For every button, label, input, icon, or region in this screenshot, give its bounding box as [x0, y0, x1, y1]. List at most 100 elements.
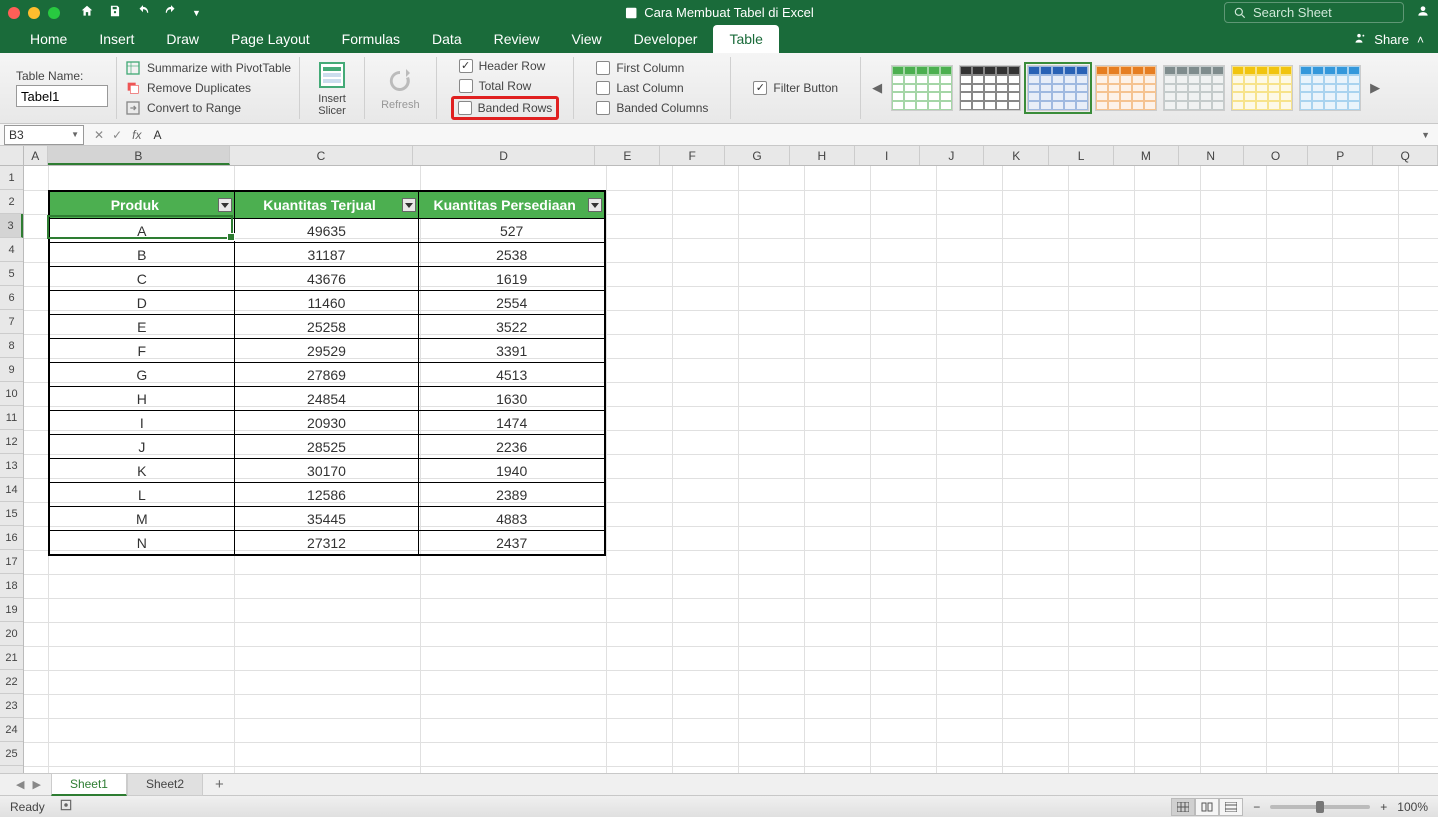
row-header[interactable]: 21 — [0, 646, 23, 670]
row-header[interactable]: 11 — [0, 406, 23, 430]
row-headers[interactable]: 1234567891011121314151617181920212223242… — [0, 166, 24, 773]
insert-slicer-button[interactable]: Insert Slicer — [308, 57, 356, 119]
row-header[interactable]: 2 — [0, 190, 23, 214]
table-cell[interactable]: 20930 — [235, 411, 420, 434]
row-header[interactable]: 13 — [0, 454, 23, 478]
tab-review[interactable]: Review — [478, 25, 556, 53]
zoom-out-icon[interactable]: − — [1253, 800, 1260, 814]
table-cell[interactable]: A — [50, 219, 235, 242]
table-row[interactable]: C436761619 — [50, 266, 604, 290]
table-cell[interactable]: G — [50, 363, 235, 386]
table-row[interactable]: M354454883 — [50, 506, 604, 530]
tab-developer[interactable]: Developer — [618, 25, 714, 53]
row-header[interactable]: 19 — [0, 598, 23, 622]
column-header[interactable]: B — [48, 146, 231, 165]
banded-columns-checkbox[interactable]: Banded Columns — [592, 100, 712, 116]
column-header[interactable]: E — [595, 146, 660, 165]
undo-icon[interactable] — [136, 4, 150, 21]
data-table[interactable]: ProdukKuantitas TerjualKuantitas Persedi… — [48, 190, 606, 556]
summarize-pivottable-button[interactable]: Summarize with PivotTable — [125, 59, 291, 77]
fx-icon[interactable]: fx — [132, 128, 141, 142]
remove-duplicates-button[interactable]: Remove Duplicates — [125, 79, 291, 97]
table-style-swatch[interactable] — [1163, 65, 1225, 111]
filter-button-checkbox[interactable]: Filter Button — [749, 80, 842, 96]
table-cell[interactable]: K — [50, 459, 235, 482]
styles-prev-icon[interactable]: ◀ — [869, 65, 885, 111]
table-cell[interactable]: 27869 — [235, 363, 420, 386]
sheet-tab[interactable]: Sheet2 — [127, 773, 203, 796]
page-layout-view-icon[interactable] — [1195, 798, 1219, 816]
row-header[interactable]: 5 — [0, 262, 23, 286]
table-style-swatch[interactable] — [1027, 65, 1089, 111]
row-header[interactable]: 20 — [0, 622, 23, 646]
row-header[interactable]: 9 — [0, 358, 23, 382]
column-header[interactable]: H — [790, 146, 855, 165]
maximize-window-icon[interactable] — [48, 7, 60, 19]
column-header[interactable]: C — [230, 146, 413, 165]
column-header[interactable]: F — [660, 146, 725, 165]
refresh-button[interactable]: Refresh — [373, 63, 428, 113]
sheet-nav-prev-icon[interactable]: ◀ — [16, 778, 24, 791]
tab-view[interactable]: View — [556, 25, 618, 53]
share-icon[interactable] — [1352, 31, 1366, 48]
formula-input[interactable]: A — [149, 128, 1413, 142]
table-style-swatch[interactable] — [891, 65, 953, 111]
qat-dropdown-icon[interactable]: ▼ — [192, 8, 201, 18]
table-row[interactable]: I209301474 — [50, 410, 604, 434]
home-icon[interactable] — [80, 4, 94, 21]
table-cell[interactable]: 35445 — [235, 507, 420, 530]
table-cell[interactable]: I — [50, 411, 235, 434]
page-break-view-icon[interactable] — [1219, 798, 1243, 816]
spreadsheet-grid[interactable]: ABCDEFGHIJKLMNOPQ 1234567891011121314151… — [0, 146, 1438, 773]
row-header[interactable]: 7 — [0, 310, 23, 334]
row-header[interactable]: 25 — [0, 742, 23, 766]
first-column-checkbox[interactable]: First Column — [592, 60, 712, 76]
sheet-nav-next-icon[interactable]: ▶ — [32, 778, 40, 791]
table-cell[interactable]: 28525 — [235, 435, 420, 458]
table-cell[interactable]: 29529 — [235, 339, 420, 362]
macro-record-icon[interactable] — [59, 798, 73, 815]
table-style-swatch[interactable] — [1299, 65, 1361, 111]
column-header[interactable]: N — [1179, 146, 1244, 165]
table-cell[interactable]: L — [50, 483, 235, 506]
table-cell[interactable]: 1940 — [419, 459, 604, 482]
table-cell[interactable]: 2389 — [419, 483, 604, 506]
table-cell[interactable]: N — [50, 531, 235, 554]
tab-table[interactable]: Table — [713, 25, 778, 53]
tab-page-layout[interactable]: Page Layout — [215, 25, 326, 53]
column-header[interactable]: J — [920, 146, 985, 165]
table-cell[interactable]: D — [50, 291, 235, 314]
table-style-swatch[interactable] — [959, 65, 1021, 111]
table-style-swatch[interactable] — [1095, 65, 1157, 111]
table-cell[interactable]: 3522 — [419, 315, 604, 338]
select-all-corner[interactable] — [0, 146, 24, 166]
table-cell[interactable]: 2554 — [419, 291, 604, 314]
table-cell[interactable]: 4883 — [419, 507, 604, 530]
table-row[interactable]: D114602554 — [50, 290, 604, 314]
table-cell[interactable]: 31187 — [235, 243, 420, 266]
tab-data[interactable]: Data — [416, 25, 478, 53]
table-cell[interactable]: 1619 — [419, 267, 604, 290]
row-header[interactable]: 23 — [0, 694, 23, 718]
minimize-window-icon[interactable] — [28, 7, 40, 19]
table-row[interactable]: E252583522 — [50, 314, 604, 338]
add-sheet-button[interactable]: + — [203, 776, 236, 793]
user-icon[interactable] — [1416, 4, 1430, 21]
name-box[interactable]: B3▼ — [4, 125, 84, 145]
row-header[interactable]: 17 — [0, 550, 23, 574]
table-cell[interactable]: B — [50, 243, 235, 266]
header-row-checkbox[interactable]: Header Row — [455, 58, 556, 74]
table-cell[interactable]: H — [50, 387, 235, 410]
table-cell[interactable]: 2236 — [419, 435, 604, 458]
zoom-slider[interactable] — [1270, 805, 1370, 809]
column-headers[interactable]: ABCDEFGHIJKLMNOPQ — [24, 146, 1438, 166]
row-header[interactable]: 6 — [0, 286, 23, 310]
column-header[interactable]: Q — [1373, 146, 1438, 165]
column-header[interactable]: K — [984, 146, 1049, 165]
table-cell[interactable]: E — [50, 315, 235, 338]
row-header[interactable]: 8 — [0, 334, 23, 358]
table-row[interactable]: N273122437 — [50, 530, 604, 554]
zoom-level[interactable]: 100% — [1397, 800, 1428, 814]
table-cell[interactable]: 24854 — [235, 387, 420, 410]
row-header[interactable]: 15 — [0, 502, 23, 526]
